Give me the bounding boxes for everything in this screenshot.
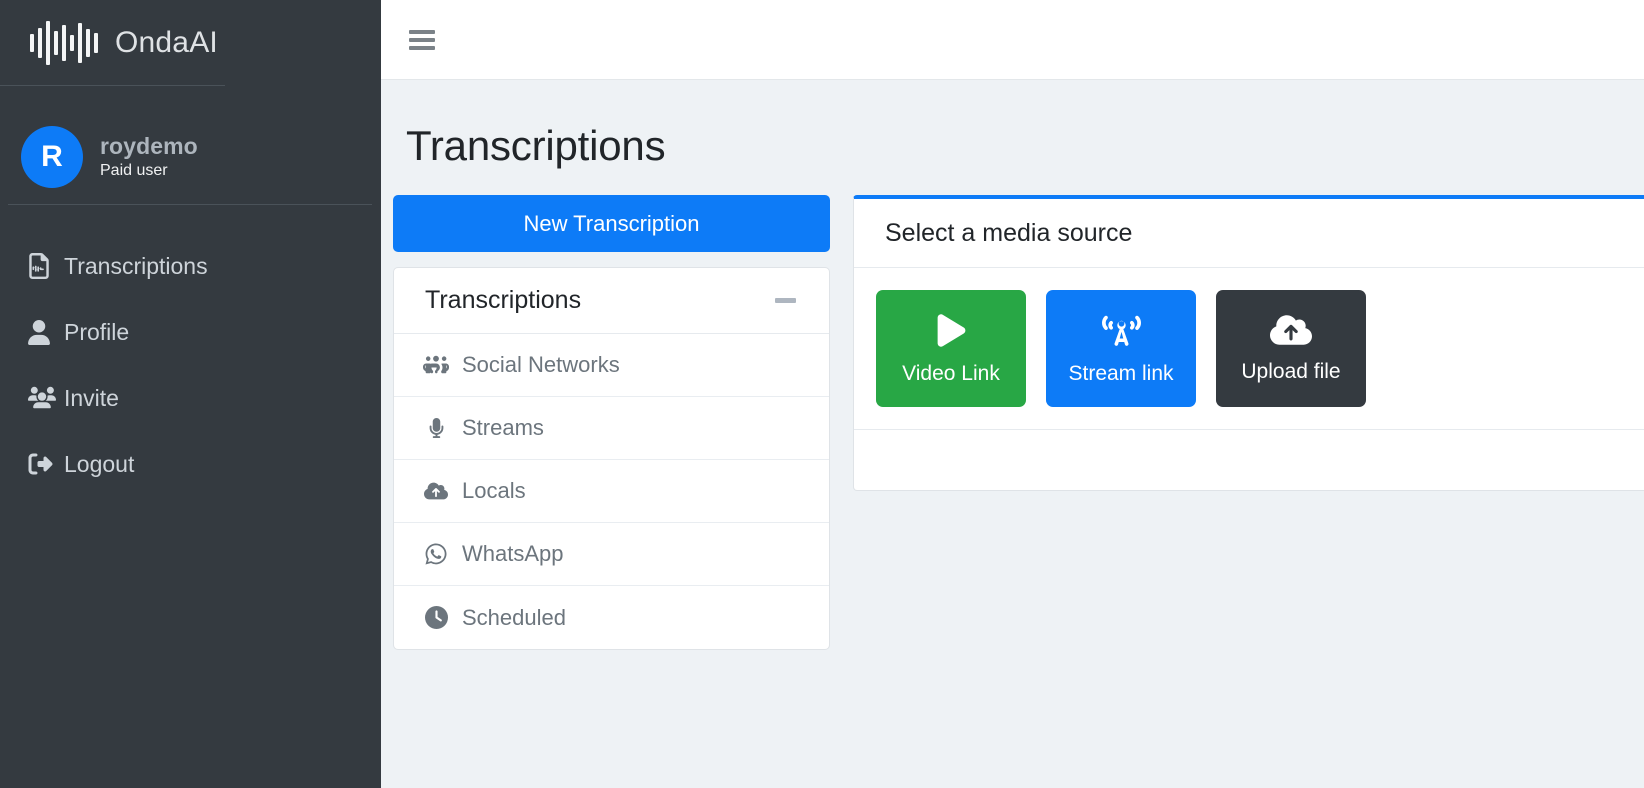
list-item-label: Locals: [462, 478, 526, 503]
sidebar-item-label: Logout: [64, 450, 135, 477]
sidebar-divider-top: [0, 85, 225, 86]
sidebar-nav: Transcriptions Profile Invite Logout: [0, 204, 381, 497]
sign-out-icon: [28, 451, 58, 477]
brand-logo[interactable]: OndaAI: [0, 0, 381, 85]
sidebar-item-label: Profile: [64, 318, 130, 345]
left-column: New Transcription Transcriptions Social …: [393, 195, 830, 650]
list-item-label: Social Networks: [462, 352, 620, 377]
sidebar-item-label: Invite: [64, 384, 119, 411]
minus-icon[interactable]: [775, 298, 796, 303]
upload-file-label: Upload file: [1241, 360, 1341, 383]
video-link-button[interactable]: Video Link: [876, 290, 1026, 407]
sidebar-divider-middle: [8, 204, 372, 205]
users-icon: [28, 385, 58, 411]
media-source-buttons: Video Link Stream link Upload file: [854, 268, 1644, 430]
upload-file-button[interactable]: Upload file: [1216, 290, 1366, 407]
media-source-card: Select a media source Video Link Stream …: [853, 195, 1644, 491]
sidebar: OndaAI R roydemo Paid user Transcription…: [0, 0, 381, 788]
play-icon: [933, 312, 970, 349]
list-item-scheduled[interactable]: Scheduled: [394, 586, 829, 649]
media-card-footer: [854, 430, 1644, 490]
list-item-whatsapp[interactable]: WhatsApp: [394, 523, 829, 586]
user-text: roydemo Paid user: [100, 133, 198, 180]
avatar: R: [21, 125, 83, 188]
list-item-label: Scheduled: [462, 604, 566, 630]
page-title: Transcriptions: [406, 122, 666, 169]
user-icon: [28, 319, 58, 345]
media-card-title: Select a media source: [885, 218, 1133, 247]
stream-link-label: Stream link: [1068, 361, 1174, 385]
sidebar-item-label: Transcriptions: [64, 252, 208, 279]
broadcast-tower-icon: [1101, 312, 1141, 349]
media-card-header: Select a media source: [854, 199, 1644, 268]
user-role: Paid user: [100, 161, 168, 179]
users-group-icon: [419, 355, 453, 376]
whatsapp-icon: [419, 542, 453, 566]
stream-link-button[interactable]: Stream link: [1046, 290, 1196, 407]
upload-icon: [419, 480, 453, 502]
cloud-upload-icon: [1270, 313, 1312, 347]
audio-waveform-icon: [30, 20, 98, 65]
topbar: [381, 0, 1644, 80]
list-item-social-networks[interactable]: Social Networks: [394, 334, 829, 397]
list-item-label: Streams: [462, 415, 544, 440]
transcriptions-list-header[interactable]: Transcriptions: [394, 268, 829, 334]
file-waveform-icon: [28, 253, 58, 279]
sidebar-item-transcriptions[interactable]: Transcriptions: [0, 233, 381, 299]
list-item-streams[interactable]: Streams: [394, 397, 829, 460]
user-profile-block[interactable]: R roydemo Paid user: [0, 85, 381, 204]
list-item-locals[interactable]: Locals: [394, 460, 829, 523]
hamburger-menu-icon[interactable]: [409, 29, 435, 51]
new-transcription-button[interactable]: New Transcription: [393, 195, 830, 252]
clock-icon: [419, 606, 453, 629]
right-column: Select a media source Video Link Stream …: [853, 195, 1644, 491]
microphone-icon: [419, 416, 453, 440]
video-link-label: Video Link: [902, 361, 1000, 385]
list-item-label: WhatsApp: [462, 541, 564, 566]
sidebar-item-profile[interactable]: Profile: [0, 299, 381, 365]
list-header-title: Transcriptions: [425, 286, 582, 314]
transcriptions-list-card: Transcriptions Social Networks Streams L…: [393, 267, 830, 650]
main-area: Transcriptions New Transcription Transcr…: [381, 0, 1644, 788]
sidebar-item-invite[interactable]: Invite: [0, 365, 381, 431]
sidebar-item-logout[interactable]: Logout: [0, 431, 381, 497]
user-name: roydemo: [100, 133, 198, 160]
content-area: New Transcription Transcriptions Social …: [381, 170, 1644, 650]
app-root: OndaAI R roydemo Paid user Transcription…: [0, 0, 1644, 788]
brand-name: OndaAI: [115, 25, 218, 59]
